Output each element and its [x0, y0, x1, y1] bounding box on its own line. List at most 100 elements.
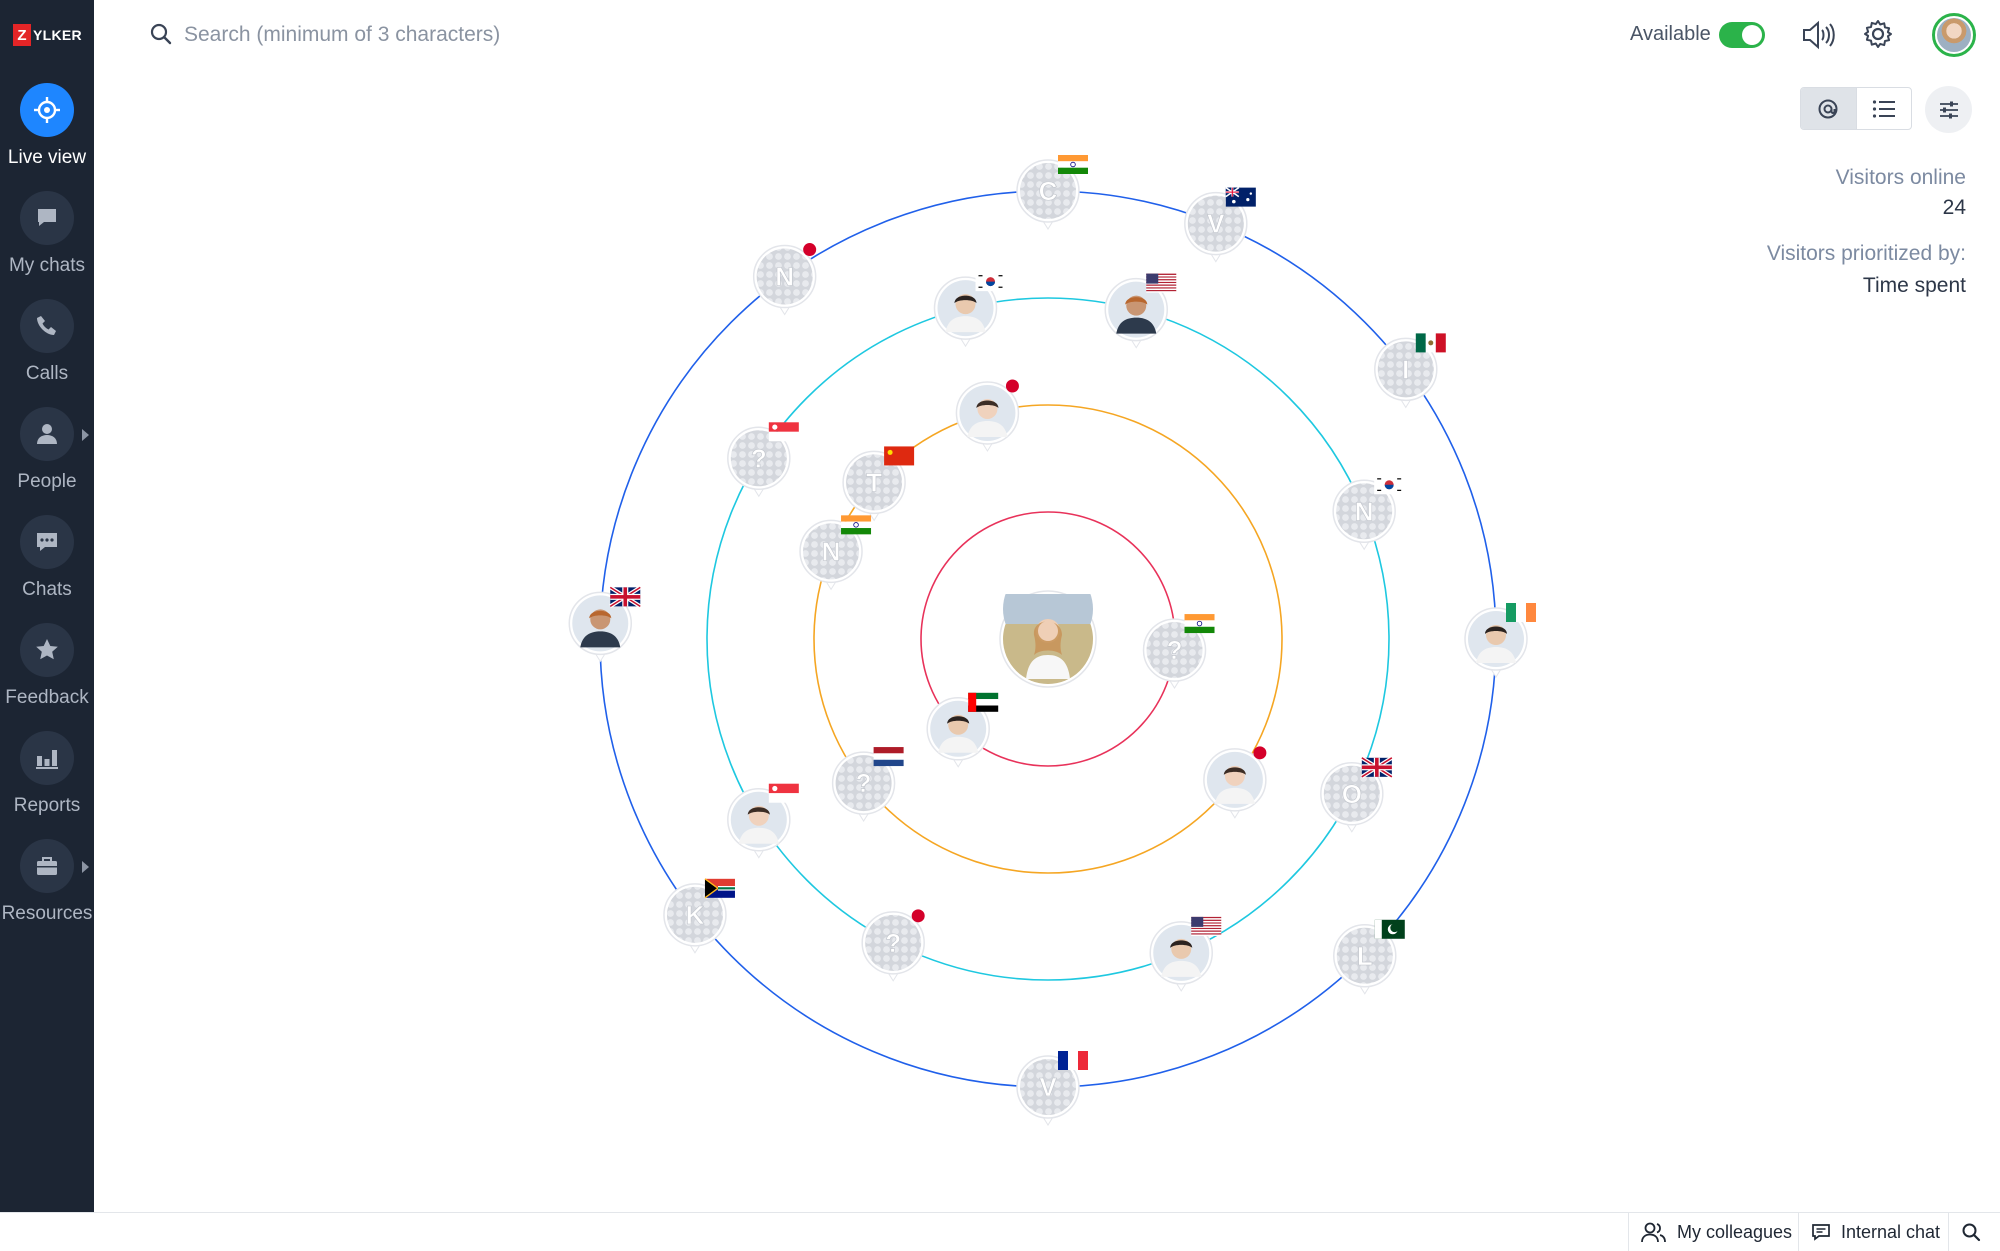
visitor-pin[interactable]: [568, 585, 642, 663]
flag-kr-icon: [975, 272, 1006, 292]
internal-chat-label: Internal chat: [1841, 1221, 1941, 1242]
flag-us-icon: [1191, 916, 1222, 936]
visitor-initial: N: [822, 536, 841, 566]
flag-sg-icon: [768, 422, 799, 442]
visitor-pin[interactable]: ?: [727, 422, 799, 498]
sidebar-item-reports[interactable]: Reports: [0, 731, 94, 839]
person-icon: [20, 407, 74, 461]
sidebar-item-chats[interactable]: Chats: [0, 515, 94, 623]
visitor-pin[interactable]: [1149, 916, 1222, 992]
search-icon[interactable]: [149, 22, 173, 51]
visitor-initial: ?: [856, 768, 872, 798]
flag-jp-icon: [1253, 746, 1267, 760]
sidebar-item-label: Feedback: [5, 687, 89, 708]
sidebar-item-live-view[interactable]: Live view: [0, 83, 94, 191]
submenu-caret-icon: [82, 861, 89, 873]
sidebar-item-label: People: [17, 471, 77, 492]
orbit-view-button[interactable]: [1801, 88, 1856, 129]
flag-cn-icon: [884, 446, 915, 466]
flag-in-icon: [1184, 614, 1215, 634]
visitor-pin[interactable]: [955, 379, 1020, 452]
visitor-pin[interactable]: L: [1333, 919, 1405, 995]
visitor-pin[interactable]: ?: [1142, 614, 1215, 690]
visitor-pin[interactable]: T: [842, 446, 915, 522]
sidebar-item-label: Resources: [1, 903, 93, 924]
view-mode-toggle: [1800, 87, 1912, 130]
logo-mark: Z: [13, 24, 31, 46]
my-colleagues-button[interactable]: My colleagues: [1628, 1213, 1798, 1251]
visitor-pin[interactable]: [933, 272, 1006, 348]
flag-jp-icon: [803, 243, 817, 257]
flag-gb-icon: [609, 585, 642, 609]
flag-fr-icon: [1058, 1051, 1088, 1070]
flag-gb-icon: [1360, 756, 1393, 779]
phone-icon: [20, 299, 74, 353]
flag-mx-icon: [1415, 333, 1446, 353]
visitor-pin[interactable]: V: [1184, 186, 1256, 263]
speaker-icon[interactable]: [1800, 18, 1836, 57]
visitor-initial: C: [1039, 176, 1058, 206]
visitor-initial: I: [1402, 354, 1409, 384]
gear-icon[interactable]: [1862, 18, 1894, 55]
logo-word: YLKER: [33, 27, 82, 43]
visitor-pin[interactable]: [727, 783, 799, 859]
visitor-pin[interactable]: ?: [831, 747, 904, 823]
visitor-pin[interactable]: [926, 692, 999, 768]
visitor-pin[interactable]: V: [1016, 1051, 1088, 1126]
sidebar-item-feedback[interactable]: Feedback: [0, 623, 94, 731]
live-view-orbit: ? T N??? O N C N V I K V L: [568, 155, 1536, 1126]
bottom-search-button[interactable]: [1948, 1213, 2000, 1251]
visitor-pin[interactable]: I: [1374, 333, 1446, 409]
flag-jp-icon: [911, 909, 925, 923]
my-colleagues-label: My colleagues: [1677, 1221, 1793, 1242]
chat-bubble-icon: [20, 191, 74, 245]
visitor-pin[interactable]: [1104, 273, 1177, 349]
flag-au-icon: [1225, 186, 1256, 207]
bar-chart-icon: [20, 731, 74, 785]
internal-chat-button[interactable]: Internal chat: [1798, 1213, 1948, 1251]
zylker-logo[interactable]: Z YLKER: [13, 24, 82, 46]
chat-dots-icon: [20, 515, 74, 569]
visitors-online-label: Visitors online: [1835, 166, 1966, 189]
sidebar-item-resources[interactable]: Resources: [0, 839, 94, 947]
visitor-pin[interactable]: O: [1320, 756, 1393, 833]
prioritized-by-value[interactable]: Time spent: [1863, 274, 1966, 298]
flag-in-icon: [1058, 155, 1088, 174]
search-input[interactable]: [184, 18, 784, 52]
flag-jp-icon: [1005, 379, 1019, 393]
visitor-pin[interactable]: C: [1016, 155, 1088, 230]
visitor-initial: T: [866, 467, 882, 497]
sidebar-item-label: My chats: [8, 255, 86, 276]
user-avatar[interactable]: [1932, 13, 1976, 57]
visitor-pin[interactable]: N: [1332, 475, 1405, 551]
visitor-pin[interactable]: N: [799, 515, 872, 591]
sidebar-item-calls[interactable]: Calls: [0, 299, 94, 407]
flag-za-icon: [704, 878, 735, 899]
toggle-knob: [1742, 25, 1762, 45]
list-view-button[interactable]: [1855, 88, 1911, 129]
visitor-pin[interactable]: [1203, 746, 1267, 819]
visitors-online-count: 24: [1942, 196, 1966, 219]
sidebar-item-label: Calls: [25, 363, 69, 384]
sidebar-item-my-chats[interactable]: My chats: [0, 191, 94, 299]
flag-kr-icon: [1374, 475, 1405, 495]
flag-ie-icon: [1506, 603, 1536, 622]
visitor-pin[interactable]: N: [752, 243, 817, 316]
operator-avatar-center[interactable]: [999, 590, 1097, 688]
visitor-pin[interactable]: ?: [861, 909, 925, 982]
visitor-pin[interactable]: K: [663, 878, 735, 954]
flag-nl-icon: [873, 747, 904, 767]
list-icon: [1872, 99, 1895, 118]
visitor-initial: K: [686, 900, 705, 930]
orbit-view-icon: [1818, 99, 1838, 118]
filter-settings-button[interactable]: [1925, 86, 1972, 133]
visitor-pin[interactable]: [1464, 603, 1536, 678]
sidebar: Z YLKER Live view My chats Calls People …: [0, 0, 94, 1212]
visitor-initial: ?: [751, 443, 767, 473]
availability-toggle[interactable]: [1719, 22, 1765, 48]
star-icon: [20, 623, 74, 677]
avatar-image: [1937, 18, 1971, 52]
sidebar-item-people[interactable]: People: [0, 407, 94, 515]
prioritized-by-label: Visitors prioritized by:: [1766, 242, 1966, 265]
flag-ae-icon: [968, 692, 999, 712]
